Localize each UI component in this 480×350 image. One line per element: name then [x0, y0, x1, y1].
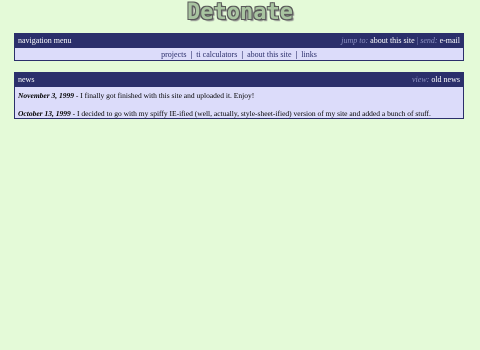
- nav-link-links[interactable]: links: [301, 50, 317, 59]
- news-date: November 3, 1999: [18, 91, 75, 100]
- news-text: - I decided to go with my spiffy IE-ifie…: [70, 109, 431, 118]
- nav-separator: |: [241, 50, 244, 59]
- header-divider: |: [416, 36, 419, 45]
- news-header-actions: view: old news: [412, 73, 460, 87]
- site-logo-text: Detonate: [187, 0, 293, 25]
- jump-to-about-link[interactable]: about this site: [370, 36, 414, 45]
- navigation-links: projects | ti calculators | about this site |…: [15, 48, 463, 61]
- news-panel-header: news view: old news: [15, 73, 463, 87]
- navigation-panel-header: navigation menu jump to: about this site…: [15, 34, 463, 48]
- nav-separator: |: [190, 50, 193, 59]
- old-news-link[interactable]: old news: [431, 75, 460, 84]
- email-link[interactable]: e-mail: [440, 36, 460, 45]
- news-date: October 13, 1999: [18, 109, 71, 118]
- news-text: - I finally got finished with this site …: [74, 91, 255, 100]
- news-item: October 13, 1999 - I decided to go with …: [18, 109, 460, 119]
- site-logo: Detonate: [0, 0, 480, 30]
- news-panel: news view: old news November 3, 1999 - I…: [14, 72, 464, 119]
- nav-link-projects[interactable]: projects: [161, 50, 186, 59]
- nav-link-about-this-site[interactable]: about this site: [247, 50, 291, 59]
- news-item: November 3, 1999 - I finally got finishe…: [18, 91, 460, 101]
- nav-link-ti-calculators[interactable]: ti calculators: [196, 50, 237, 59]
- news-panel-title: news: [18, 75, 35, 84]
- navigation-panel: navigation menu jump to: about this site…: [14, 33, 464, 61]
- navigation-panel-title: navigation menu: [18, 36, 72, 45]
- navigation-header-actions: jump to: about this site | send: e-mail: [341, 34, 460, 48]
- jump-to-label: jump to:: [341, 36, 369, 45]
- nav-separator: |: [295, 50, 298, 59]
- view-label: view:: [412, 75, 430, 84]
- send-label: send:: [420, 36, 438, 45]
- news-list: November 3, 1999 - I finally got finishe…: [15, 87, 463, 119]
